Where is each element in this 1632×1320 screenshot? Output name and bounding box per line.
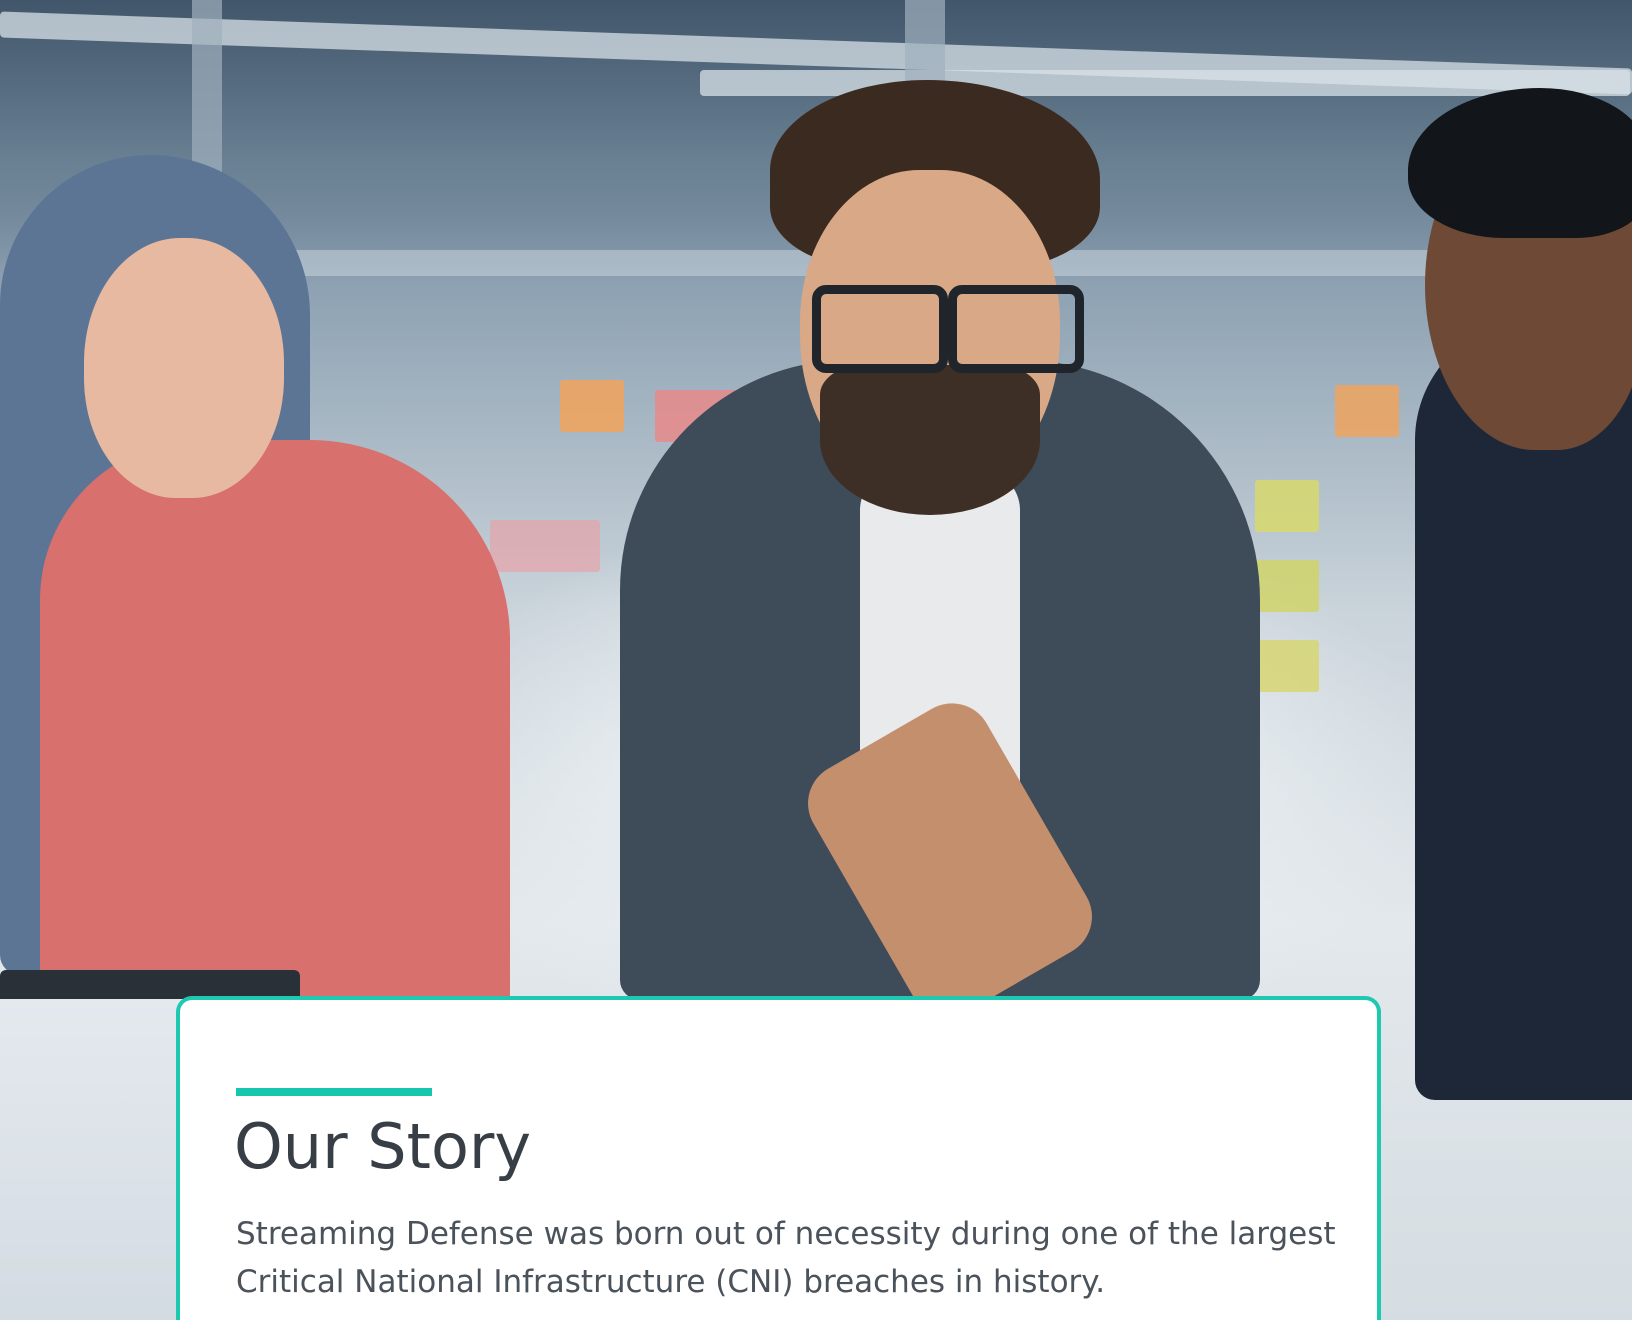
sticky-note	[490, 520, 600, 572]
story-title: Our Story	[234, 1110, 532, 1183]
glasses-lens-right	[948, 285, 1084, 373]
story-body-line-2: National Infrastructure (CNI) breaches i…	[354, 1264, 1106, 1301]
sticky-note	[1255, 560, 1319, 612]
about-page: Our Story Streaming Defense was born out…	[0, 0, 1632, 1320]
title-accent-bar	[236, 1088, 432, 1096]
sticky-note	[1335, 385, 1399, 437]
story-card: Our Story Streaming Defense was born out…	[176, 996, 1381, 1320]
sticky-note	[1255, 640, 1319, 692]
ceiling-beam	[700, 70, 1630, 96]
sticky-note	[1255, 480, 1319, 532]
person-woman-sweater	[40, 440, 510, 1000]
story-body: Streaming Defense was born out of necess…	[236, 1210, 1376, 1306]
glasses-lens-left	[812, 285, 948, 373]
sticky-note	[560, 380, 624, 432]
person-man-beard	[820, 365, 1040, 515]
person-woman-face	[84, 238, 284, 498]
